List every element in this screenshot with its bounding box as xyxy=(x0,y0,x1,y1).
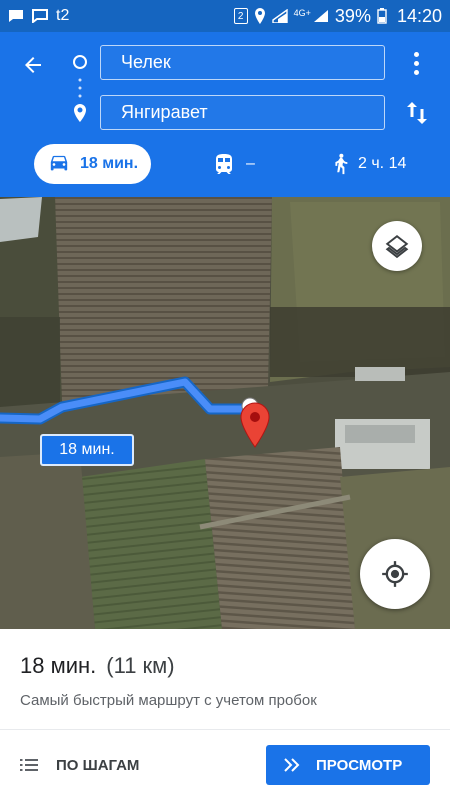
destination-field[interactable]: Янгиравет xyxy=(100,95,385,130)
transit-time: – xyxy=(246,155,255,172)
chat-icon xyxy=(9,10,23,22)
route-details-sheet[interactable]: 18 мин. (11 км) Самый быстрый маршрут с … xyxy=(0,629,450,800)
double-chevron-right-icon xyxy=(284,758,300,772)
more-options-button[interactable] xyxy=(404,49,428,77)
route-distance: (11 км) xyxy=(106,653,175,678)
route-connector-icon xyxy=(73,55,87,122)
tab-transit[interactable]: – xyxy=(214,144,255,184)
crosshair-icon xyxy=(382,561,408,587)
destination-text: Янгиравет xyxy=(121,102,208,122)
driving-time: 18 мин. xyxy=(80,155,139,172)
location-icon xyxy=(254,8,265,24)
back-button[interactable] xyxy=(16,48,50,82)
clock: 14:20 xyxy=(396,5,442,26)
origin-field[interactable]: Челек xyxy=(100,45,385,80)
map-view[interactable]: 18 мин. xyxy=(0,197,450,629)
arrow-back-icon xyxy=(25,57,41,73)
walking-time: 2 ч. 14 xyxy=(358,155,407,172)
maps-app: t2 2 4G+ 39% 14:20 Челек Янгиравет 18 ми… xyxy=(0,0,450,800)
signal-icon xyxy=(313,10,328,22)
more-dot-icon xyxy=(413,69,419,75)
travel-mode-tabs: 18 мин. – 2 ч. 14 xyxy=(0,144,450,186)
swap-icon[interactable] xyxy=(402,98,432,128)
list-icon xyxy=(20,759,38,771)
directions-header: Челек Янгиравет 18 мин. – 2 ч. 14 xyxy=(0,32,450,197)
route-duration: 18 мин. xyxy=(20,653,97,678)
preview-label: ПРОСМОТР xyxy=(316,756,403,774)
route-time-label[interactable]: 18 мин. xyxy=(40,434,134,466)
layers-icon xyxy=(385,235,409,259)
status-left: t2 xyxy=(8,7,69,25)
tab-driving[interactable]: 18 мин. xyxy=(34,144,151,184)
battery-percent: 39% xyxy=(334,5,371,26)
steps-label: ПО ШАГАМ xyxy=(56,756,140,774)
route-description: Самый быстрый маршрут с учетом пробок xyxy=(20,692,317,709)
car-icon xyxy=(50,155,68,171)
network-label: 4G+ xyxy=(293,7,311,18)
origin-text: Челек xyxy=(121,52,171,72)
carrier-label: t2 xyxy=(56,7,70,24)
status-right: 2 4G+ 39% 14:20 xyxy=(233,5,442,27)
my-location-button[interactable] xyxy=(360,539,430,609)
preview-button[interactable]: ПРОСМОТР xyxy=(266,745,430,785)
battery-icon xyxy=(377,8,387,24)
sim2-icon: 2 xyxy=(233,8,248,24)
destination-pin-icon[interactable] xyxy=(240,402,270,448)
wifi-icon xyxy=(271,9,288,23)
layers-button[interactable] xyxy=(372,221,422,271)
train-icon xyxy=(216,154,232,174)
route-summary: 18 мин. (11 км) xyxy=(20,653,175,679)
steps-button[interactable]: ПО ШАГАМ xyxy=(20,747,139,783)
more-dot-icon xyxy=(413,60,419,66)
more-dot-icon xyxy=(413,51,419,57)
message-icon xyxy=(32,9,48,23)
status-bar: t2 2 4G+ 39% 14:20 xyxy=(0,0,450,32)
walk-icon xyxy=(335,153,348,175)
tab-walking[interactable]: 2 ч. 14 xyxy=(332,144,406,184)
divider xyxy=(0,729,450,730)
